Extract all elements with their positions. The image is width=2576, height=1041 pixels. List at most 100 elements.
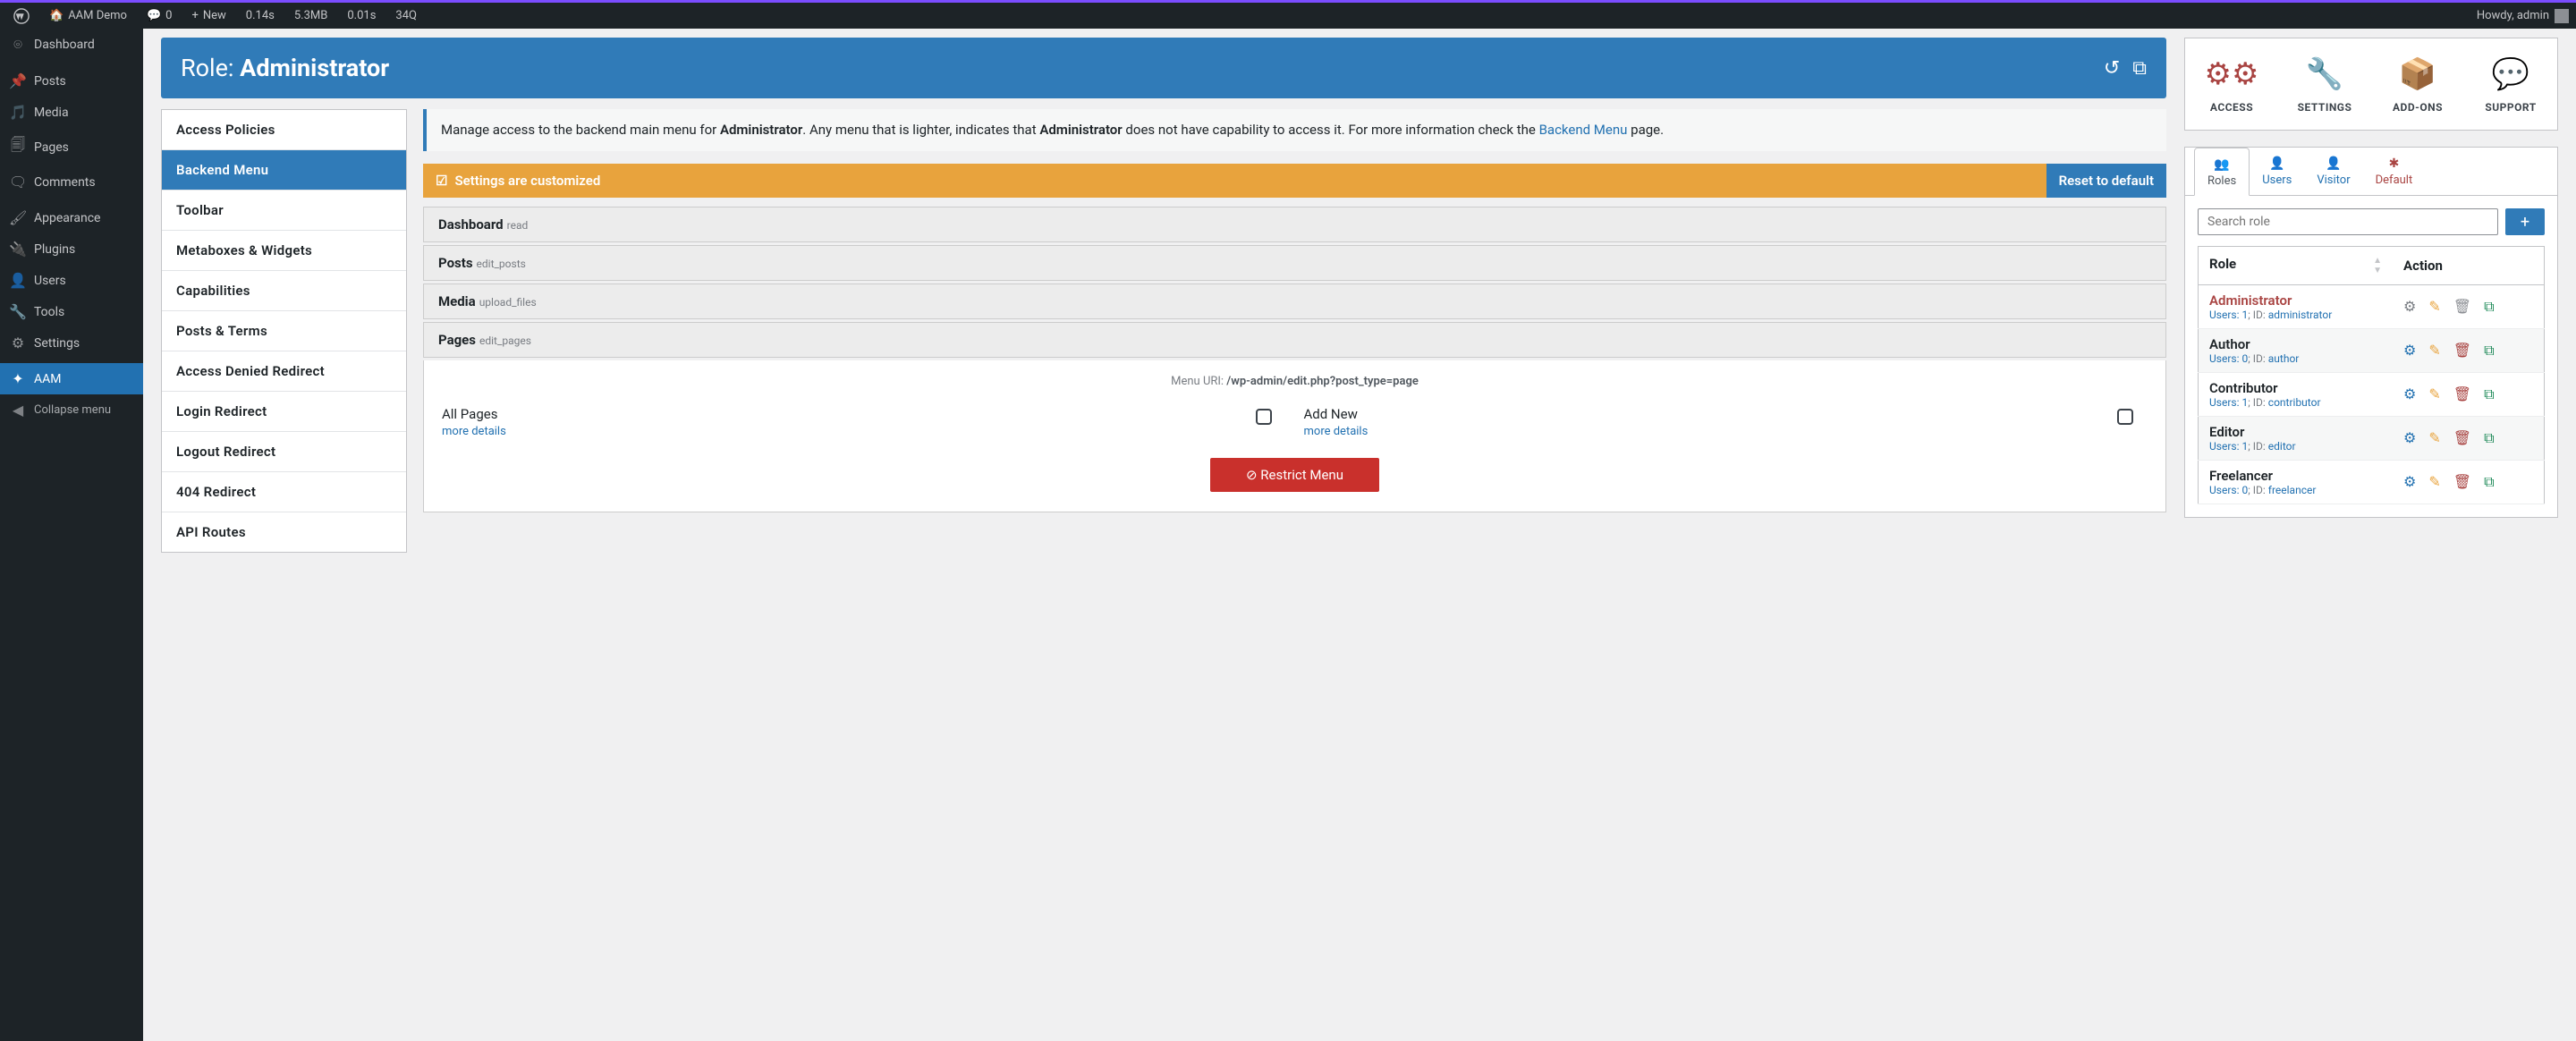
feature-logout-redirect[interactable]: Logout Redirect: [162, 432, 406, 472]
delete-icon[interactable]: 🗑: [2453, 385, 2471, 403]
info-link[interactable]: Backend Menu: [1539, 122, 1628, 138]
clone-icon[interactable]: ⧉: [2484, 385, 2494, 403]
tile-support[interactable]: 💬SUPPORT: [2464, 38, 2557, 130]
clone-icon[interactable]: ⧉: [2484, 473, 2494, 491]
more-details-link[interactable]: more details: [1304, 425, 1368, 438]
reset-icon[interactable]: ↺: [2104, 57, 2120, 80]
wrench-icon: 🔧: [9, 303, 27, 320]
more-details-link[interactable]: more details: [442, 425, 506, 438]
tab-users[interactable]: 👤Users: [2250, 148, 2304, 195]
access-icon: ⚙⚙: [2190, 56, 2273, 92]
delete-icon[interactable]: 🗑: [2453, 342, 2471, 360]
edit-icon[interactable]: ✎: [2428, 342, 2440, 360]
new-content[interactable]: + New: [185, 2, 232, 30]
sidebar-plugins[interactable]: 🔌Plugins: [0, 233, 143, 265]
edit-icon[interactable]: ✎: [2428, 298, 2440, 316]
clone-icon[interactable]: ⧉: [2484, 429, 2494, 447]
tab-visitor[interactable]: 👤Visitor: [2304, 148, 2362, 195]
role-name[interactable]: Editor: [2209, 424, 2382, 440]
settings-icon: 🔧: [2284, 56, 2366, 92]
delete-icon[interactable]: 🗑: [2453, 429, 2471, 447]
restrict-checkbox[interactable]: [2117, 409, 2133, 425]
role-row: Contributor Users: 1; ID: contributor ⚙ …: [2199, 373, 2545, 417]
role-row: Freelancer Users: 0; ID: freelancer ⚙ ✎ …: [2199, 461, 2545, 504]
check-icon: ☑: [436, 173, 447, 189]
feature-404-redirect[interactable]: 404 Redirect: [162, 472, 406, 512]
role-row: Administrator Users: 1; ID: administrato…: [2199, 285, 2545, 329]
role-name[interactable]: Freelancer: [2209, 468, 2382, 484]
edit-icon[interactable]: ✎: [2428, 385, 2440, 403]
site-name[interactable]: 🏠 AAM Demo: [43, 2, 133, 30]
add-role-button[interactable]: +: [2505, 208, 2545, 235]
sidebar-dashboard[interactable]: ⌾Dashboard: [0, 29, 143, 61]
feature-api-routes[interactable]: API Routes: [162, 512, 406, 552]
stat-db[interactable]: 0.01s: [341, 2, 382, 30]
collapse-menu[interactable]: ◀Collapse menu: [0, 394, 143, 426]
sidebar-appearance[interactable]: 🖌Appearance: [0, 202, 143, 233]
user-icon: 👤: [9, 272, 27, 289]
account-menu[interactable]: Howdy, admin: [2477, 9, 2569, 23]
tile-access[interactable]: ⚙⚙ACCESS: [2185, 38, 2278, 130]
clone-icon[interactable]: ⧉: [2484, 298, 2494, 316]
edit-icon[interactable]: ✎: [2428, 429, 2440, 447]
user-icon: 👤: [2262, 157, 2292, 171]
plugin-icon: 🔌: [9, 241, 27, 258]
stat-time[interactable]: 0.14s: [240, 2, 281, 30]
restrict-checkbox[interactable]: [1256, 409, 1272, 425]
tab-roles[interactable]: 👥Roles: [2194, 148, 2250, 196]
tile-settings[interactable]: 🔧SETTINGS: [2278, 38, 2371, 130]
feature-capabilities[interactable]: Capabilities: [162, 271, 406, 311]
subject-header: Role: Administrator ↺ ⧉: [161, 38, 2166, 98]
manage-icon[interactable]: ⚙: [2403, 385, 2416, 403]
sidebar-pages[interactable]: 🗐Pages: [0, 128, 143, 166]
collapse-icon: ◀: [9, 402, 27, 419]
menu-item-media[interactable]: Mediaupload_files: [424, 284, 2165, 318]
stat-queries[interactable]: 34Q: [389, 2, 423, 30]
sidebar-settings[interactable]: ⚙Settings: [0, 327, 143, 359]
col-role[interactable]: Role▲▼: [2199, 247, 2394, 285]
reset-button[interactable]: Reset to default: [2046, 164, 2166, 198]
feature-backend-menu[interactable]: Backend Menu: [162, 150, 406, 190]
comments-count[interactable]: 💬 0: [140, 2, 179, 30]
search-role-input[interactable]: [2198, 208, 2498, 235]
menu-item-dashboard[interactable]: Dashboardread: [424, 207, 2165, 241]
submenu-all-pages: All Pagesmore details: [442, 406, 1286, 438]
subject-panel: 👥Roles 👤Users 👤Visitor ✱Default + Role▲▼…: [2184, 147, 2558, 518]
feature-login-redirect[interactable]: Login Redirect: [162, 392, 406, 432]
clone-icon[interactable]: ⧉: [2484, 342, 2494, 360]
feature-toolbar[interactable]: Toolbar: [162, 190, 406, 231]
role-name[interactable]: Administrator: [2209, 292, 2382, 309]
manage-icon[interactable]: ⚙: [2403, 473, 2416, 491]
sidebar-aam[interactable]: ✦AAM: [0, 363, 143, 394]
feature-access-policies[interactable]: Access Policies: [162, 110, 406, 150]
manage-icon[interactable]: ⚙: [2403, 429, 2416, 447]
support-icon: 💬: [2470, 56, 2552, 92]
sidebar-posts[interactable]: 📌Posts: [0, 65, 143, 97]
edit-icon[interactable]: ✎: [2428, 473, 2440, 491]
sidebar-media[interactable]: 🎵Media: [0, 97, 143, 128]
delete-icon[interactable]: 🗑: [2453, 298, 2471, 316]
tile-add-ons[interactable]: 📦ADD-ONS: [2371, 38, 2464, 130]
restrict-menu-button[interactable]: ⊘ Restrict Menu: [1210, 458, 1379, 492]
sidebar-tools[interactable]: 🔧Tools: [0, 296, 143, 327]
menu-item-pages[interactable]: Pagesedit_pages: [424, 323, 2165, 357]
delete-icon[interactable]: 🗑: [2453, 473, 2471, 491]
stat-mem[interactable]: 5.3MB: [288, 2, 335, 30]
feature-posts[interactable]: Posts & Terms: [162, 311, 406, 351]
sidebar-users[interactable]: 👤Users: [0, 265, 143, 296]
manage-icon[interactable]: ⚙: [2403, 298, 2416, 316]
manage-icon[interactable]: ⚙: [2403, 342, 2416, 360]
menu-item-posts[interactable]: Postsedit_posts: [424, 246, 2165, 280]
sort-icon: ▲▼: [2373, 256, 2382, 275]
feature-denied-redirect[interactable]: Access Denied Redirect: [162, 351, 406, 392]
role-meta: Users: 0; ID: freelancer: [2209, 484, 2382, 496]
menu-uri: Menu URI: /wp-admin/edit.php?post_type=p…: [442, 375, 2148, 388]
role-name[interactable]: Author: [2209, 336, 2382, 352]
export-icon[interactable]: ⧉: [2132, 57, 2147, 80]
role-name[interactable]: Contributor: [2209, 380, 2382, 396]
wp-logo[interactable]: [7, 2, 36, 30]
sidebar-comments[interactable]: 🗨Comments: [0, 166, 143, 198]
feature-metaboxes[interactable]: Metaboxes & Widgets: [162, 231, 406, 271]
tab-default[interactable]: ✱Default: [2363, 148, 2426, 195]
media-icon: 🎵: [9, 104, 27, 121]
